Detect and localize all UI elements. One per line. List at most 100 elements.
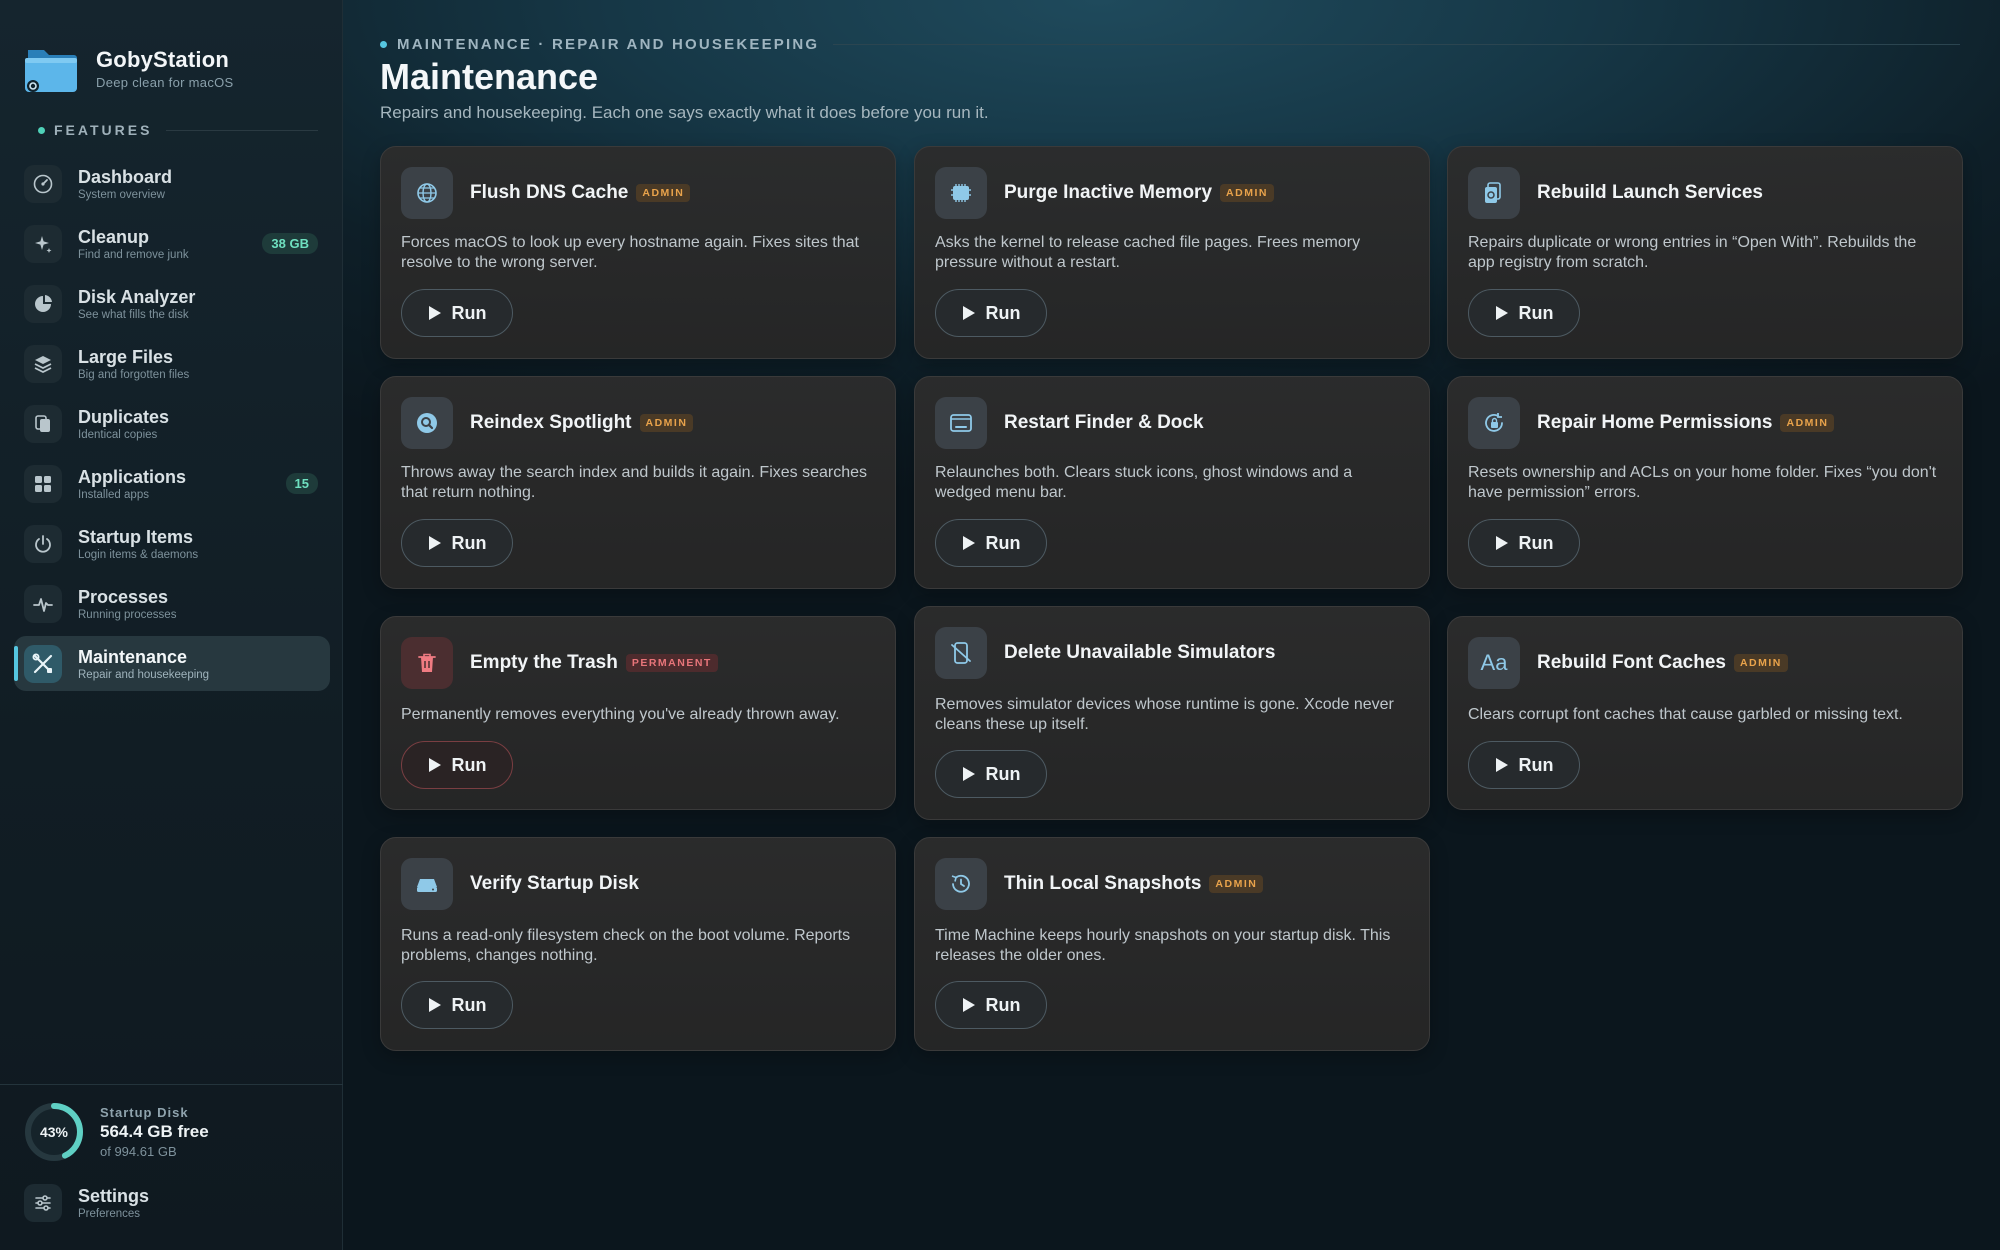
applications-count-badge: 15	[285, 473, 318, 494]
play-icon	[428, 998, 441, 1012]
run-label: Run	[1518, 532, 1554, 553]
breadcrumb-text: MAINTENANCE · REPAIR AND HOUSEKEEPING	[397, 36, 820, 53]
run-repair-home-permissions-button[interactable]: Run	[1468, 519, 1580, 567]
play-icon	[962, 306, 975, 320]
play-icon	[1495, 306, 1508, 320]
run-label: Run	[985, 532, 1021, 553]
task-title: Purge Inactive Memory	[1004, 182, 1213, 203]
sidebar-divider	[0, 1084, 343, 1085]
app-name: GobyStation	[96, 46, 229, 72]
disk-free: 564.4 GB free	[100, 1122, 209, 1141]
task-title: Empty the Trash	[470, 652, 618, 673]
task-card-rebuild-font-caches: Aa Rebuild Font Caches ADMIN Clears corr…	[1447, 616, 1963, 810]
page-title: Maintenance	[380, 56, 599, 97]
sidebar-item-settings[interactable]: Settings Preferences	[24, 1184, 149, 1222]
brand: GobyStation Deep clean for macOS	[24, 42, 234, 94]
run-label: Run	[451, 994, 487, 1015]
sidebar-item-maintenance[interactable]: Maintenance Repair and housekeeping	[14, 636, 330, 691]
run-delete-simulators-button[interactable]: Run	[935, 750, 1047, 798]
task-description: Resets ownership and ACLs on your home f…	[1468, 464, 1937, 501]
window-icon	[935, 397, 987, 449]
task-title: Reindex Spotlight	[470, 412, 632, 433]
app-tagline: Deep clean for macOS	[96, 74, 234, 90]
sparkle-icon	[24, 224, 62, 263]
folder-app-icon	[24, 42, 78, 94]
sidebar-item-large-files[interactable]: Large Files Big and forgotten files	[14, 336, 330, 391]
run-label: Run	[1518, 754, 1554, 775]
tools-icon	[24, 644, 62, 683]
sidebar-item-sublabel: Running processes	[78, 608, 177, 621]
sidebar-item-label: Applications	[78, 466, 187, 487]
run-label: Run	[451, 302, 487, 323]
sidebar-item-disk-analyzer[interactable]: Disk Analyzer See what fills the disk	[14, 276, 330, 331]
font-icon: Aa	[1468, 637, 1520, 689]
task-title: Flush DNS Cache	[470, 182, 629, 203]
magnifier-icon	[401, 397, 453, 449]
sidebar-item-sublabel: Repair and housekeeping	[78, 668, 210, 681]
play-icon	[1495, 758, 1508, 772]
play-icon	[428, 536, 441, 550]
sidebar-item-applications[interactable]: Applications Installed apps 15	[14, 456, 330, 511]
task-card-flush-dns: Flush DNS Cache ADMIN Forces macOS to lo…	[380, 146, 896, 359]
task-title: Restart Finder & Dock	[1004, 412, 1204, 433]
pulse-icon	[24, 584, 62, 623]
task-card-thin-snapshots: Thin Local Snapshots ADMIN Time Machine …	[914, 837, 1430, 1051]
play-icon	[428, 306, 441, 320]
section-dot	[38, 126, 45, 134]
sidebar-item-sublabel: Login items & daemons	[78, 548, 199, 561]
font-icon-glyph: Aa	[1480, 650, 1508, 675]
dashboard-gauge-icon	[24, 164, 62, 203]
run-label: Run	[1518, 302, 1554, 323]
sidebar-item-sublabel: Identical copies	[78, 428, 158, 441]
sidebar-item-duplicates[interactable]: Duplicates Identical copies	[14, 396, 330, 451]
admin-badge: ADMIN	[639, 414, 694, 432]
sidebar-item-label: Dashboard	[78, 166, 173, 187]
run-label: Run	[985, 302, 1021, 323]
play-icon	[962, 998, 975, 1012]
sidebar-item-label: Maintenance	[78, 646, 188, 667]
play-icon	[962, 536, 975, 550]
task-card-rebuild-launch-services: Rebuild Launch Services Repairs duplicat…	[1447, 146, 1963, 359]
breadcrumb: MAINTENANCE · REPAIR AND HOUSEKEEPING	[380, 36, 1960, 53]
task-description: Removes simulator devices whose runtime …	[935, 696, 1394, 733]
memory-chip-icon	[935, 167, 987, 219]
sidebar-item-label: Startup Items	[78, 526, 194, 547]
run-empty-trash-button[interactable]: Run	[401, 741, 513, 789]
permanent-badge: PERMANENT	[625, 654, 718, 672]
run-restart-finder-dock-button[interactable]: Run	[935, 519, 1047, 567]
task-title: Verify Startup Disk	[470, 873, 639, 894]
run-purge-memory-button[interactable]: Run	[935, 289, 1047, 337]
task-card-repair-home-permissions: Repair Home Permissions ADMIN Resets own…	[1447, 376, 1963, 589]
run-verify-startup-disk-button[interactable]: Run	[401, 981, 513, 1029]
sidebar-item-cleanup[interactable]: Cleanup Find and remove junk 38 GB	[14, 216, 330, 271]
disk-label: Startup Disk	[100, 1105, 189, 1120]
features-section-header: FEATURES	[38, 122, 318, 138]
task-description: Clears corrupt font caches that cause ga…	[1468, 706, 1903, 723]
run-flush-dns-button[interactable]: Run	[401, 289, 513, 337]
task-description: Permanently removes everything you've al…	[401, 706, 840, 723]
sidebar-item-dashboard[interactable]: Dashboard System overview	[14, 156, 330, 211]
breadcrumb-divider	[833, 44, 1960, 45]
pie-chart-icon	[24, 284, 62, 323]
sidebar-item-label: Cleanup	[78, 226, 150, 247]
play-icon	[1495, 536, 1508, 550]
disk-total: of 994.61 GB	[100, 1144, 177, 1159]
sidebar-item-sublabel: Big and forgotten files	[78, 368, 190, 381]
run-reindex-spotlight-button[interactable]: Run	[401, 519, 513, 567]
task-title: Rebuild Font Caches	[1537, 652, 1726, 673]
sidebar-item-sublabel: Installed apps	[78, 488, 149, 501]
run-rebuild-font-caches-button[interactable]: Run	[1468, 741, 1580, 789]
sidebar-item-label: Large Files	[78, 346, 174, 367]
settings-label: Settings	[78, 1186, 150, 1206]
sidebar-item-startup-items[interactable]: Startup Items Login items & daemons	[14, 516, 330, 571]
run-thin-snapshots-button[interactable]: Run	[935, 981, 1047, 1029]
sidebar-item-label: Duplicates	[78, 406, 170, 427]
run-rebuild-launch-services-button[interactable]: Run	[1468, 289, 1580, 337]
page-subtitle: Repairs and housekeeping. Each one says …	[380, 103, 989, 122]
phone-slash-icon	[935, 627, 987, 679]
sidebar-item-processes[interactable]: Processes Running processes	[14, 576, 330, 631]
admin-badge: ADMIN	[1780, 414, 1835, 432]
history-icon	[935, 858, 987, 910]
disk-usage-ring: 43%	[25, 1103, 83, 1161]
admin-badge: ADMIN	[1220, 184, 1274, 202]
